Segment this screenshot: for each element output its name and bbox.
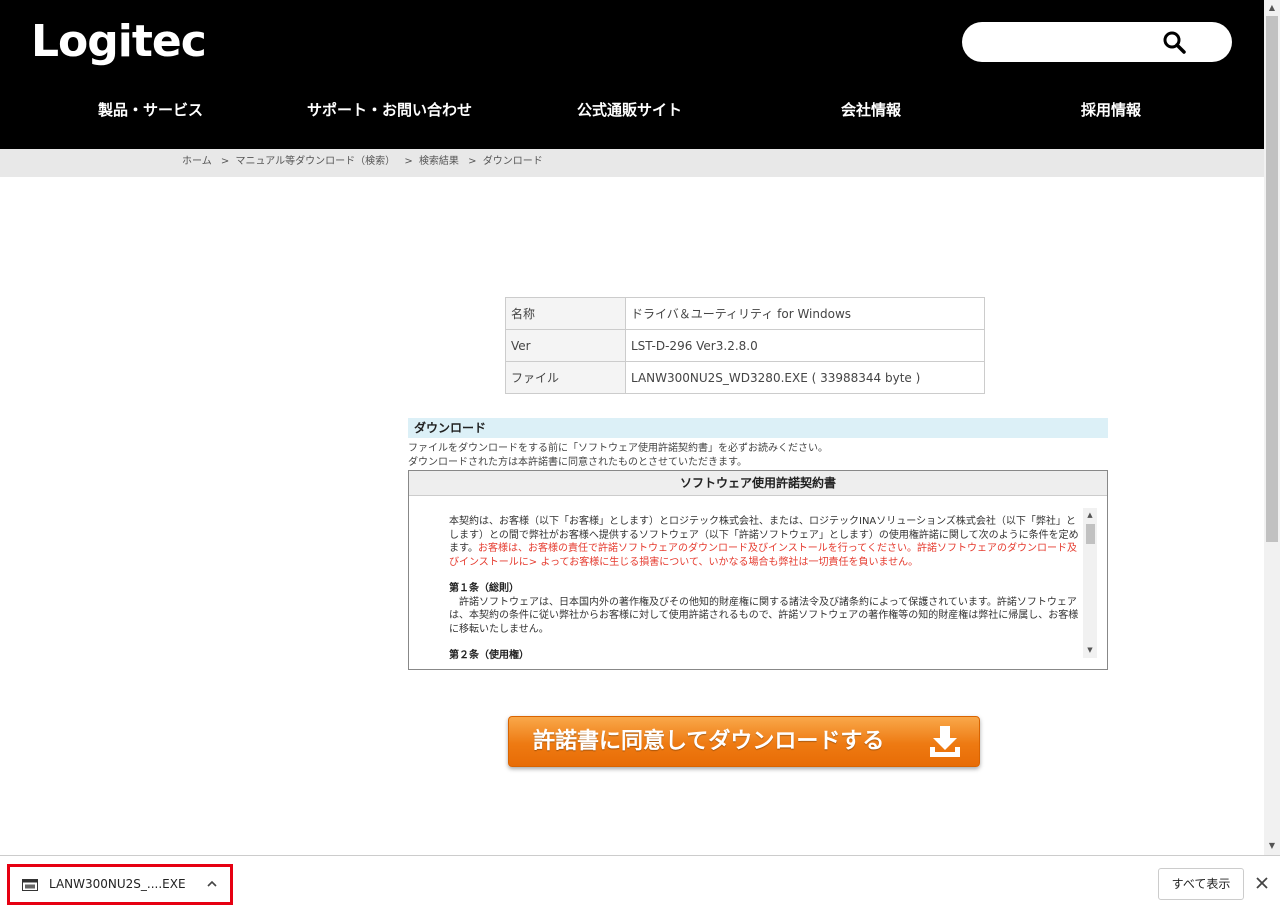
- downloaded-file-item[interactable]: LANW300NU2S_....EXE: [7, 864, 233, 905]
- license-text[interactable]: 本契約は、お客様（以下「お客様」とします）とロジテック株式会社、または、ロジテッ…: [449, 515, 1079, 660]
- agree-download-label: 許諾書に同意してダウンロードする: [533, 729, 885, 754]
- license-disclaimer: お客様は、お客様の責任で許諾ソフトウェアのダウンロード及びインストールを行ってく…: [449, 543, 1077, 568]
- breadcrumb-bar: ホーム > マニュアル等ダウンロード（検索） > 検索結果 > ダウンロード: [0, 149, 1264, 177]
- main-nav: 製品・サービス サポート・お問い合わせ 公式通販サイト 会社情報 採用情報: [0, 92, 1264, 128]
- chevron-up-icon[interactable]: [206, 878, 218, 890]
- logitec-logo[interactable]: Logitec: [31, 14, 207, 70]
- nav-company[interactable]: 会社情報: [841, 92, 901, 128]
- info-key: ファイル: [505, 361, 626, 394]
- license-box: ソフトウェア使用許諾契約書 本契約は、お客様（以下「お客様」とします）とロジテッ…: [408, 470, 1108, 670]
- scroll-up-icon[interactable]: ▲: [1083, 510, 1097, 520]
- close-icon[interactable]: [1255, 876, 1269, 890]
- download-note-line: ダウンロードされた方は本許諾書に同意されたものとさせていただきます。: [408, 457, 747, 468]
- download-heading: ダウンロード: [408, 418, 1108, 438]
- scroll-thumb[interactable]: [1086, 524, 1095, 544]
- article-body: 許諾ソフトウェアは、日本国内外の著作権及びその他知的財産権に関する諸法令及び諸条…: [449, 596, 1079, 635]
- search-icon[interactable]: [1162, 30, 1186, 54]
- info-key: 名称: [505, 297, 626, 330]
- info-value: LANW300NU2S_WD3280.EXE ( 33988344 byte ): [625, 361, 985, 394]
- table-row: ファイル LANW300NU2S_WD3280.EXE ( 33988344 b…: [505, 361, 985, 394]
- site-header: Logitec 製品・サービス サポート・お問い合わせ 公式通販サイト 会社情報…: [0, 0, 1264, 149]
- info-key: Ver: [505, 329, 626, 362]
- article-title: 第１条（総則）: [449, 583, 519, 594]
- breadcrumb-separator: >: [404, 156, 413, 167]
- nav-recruit[interactable]: 採用情報: [1081, 92, 1141, 128]
- downloaded-file-name: LANW300NU2S_....EXE: [49, 877, 186, 891]
- file-info-table: 名称 ドライバ＆ユーティリティ for Windows Ver LST-D-29…: [505, 297, 985, 394]
- breadcrumb-current: ダウンロード: [482, 156, 543, 167]
- page-scrollbar[interactable]: ▲ ▼: [1264, 0, 1280, 855]
- page: Logitec 製品・サービス サポート・お問い合わせ 公式通販サイト 会社情報…: [0, 0, 1264, 855]
- agree-download-button[interactable]: 許諾書に同意してダウンロードする: [508, 716, 980, 767]
- license-title: ソフトウェア使用許諾契約書: [409, 471, 1107, 496]
- scroll-up-icon[interactable]: ▲: [1264, 2, 1280, 14]
- table-row: 名称 ドライバ＆ユーティリティ for Windows: [505, 297, 985, 330]
- info-value: ドライバ＆ユーティリティ for Windows: [625, 297, 985, 330]
- license-scrollbar[interactable]: ▲ ▼: [1083, 508, 1097, 658]
- license-paragraph: 本契約は、お客様（以下「お客様」とします）とロジテック株式会社、または、ロジテッ…: [449, 515, 1079, 569]
- executable-file-icon: [22, 879, 38, 891]
- breadcrumb: ホーム > マニュアル等ダウンロード（検索） > 検索結果 > ダウンロード: [182, 149, 543, 177]
- info-value: LST-D-296 Ver3.2.8.0: [625, 329, 985, 362]
- breadcrumb-manual-download[interactable]: マニュアル等ダウンロード（検索）: [235, 149, 395, 174]
- search-box: [962, 22, 1232, 62]
- table-row: Ver LST-D-296 Ver3.2.8.0: [505, 329, 985, 362]
- breadcrumb-search-results[interactable]: 検索結果: [419, 149, 459, 174]
- download-shelf: LANW300NU2S_....EXE すべて表示: [0, 855, 1280, 912]
- nav-online-shop[interactable]: 公式通販サイト: [577, 92, 682, 128]
- breadcrumb-separator: >: [468, 156, 477, 167]
- breadcrumb-home[interactable]: ホーム: [182, 149, 212, 174]
- download-note: ファイルをダウンロードをする前に「ソフトウェア使用許諾契約書」を必ずお読みくださ…: [408, 442, 828, 470]
- scroll-thumb[interactable]: [1266, 16, 1278, 542]
- show-all-button[interactable]: すべて表示: [1158, 868, 1244, 900]
- breadcrumb-separator: >: [220, 156, 230, 167]
- nav-support[interactable]: サポート・お問い合わせ: [307, 92, 472, 128]
- nav-products[interactable]: 製品・サービス: [98, 92, 203, 128]
- download-note-line: ファイルをダウンロードをする前に「ソフトウェア使用許諾契約書」を必ずお読みくださ…: [408, 443, 828, 454]
- article-title: 第２条（使用権）: [449, 650, 529, 660]
- download-icon: [930, 726, 960, 757]
- scroll-down-icon[interactable]: ▼: [1083, 645, 1097, 655]
- scroll-down-icon[interactable]: ▼: [1264, 840, 1280, 852]
